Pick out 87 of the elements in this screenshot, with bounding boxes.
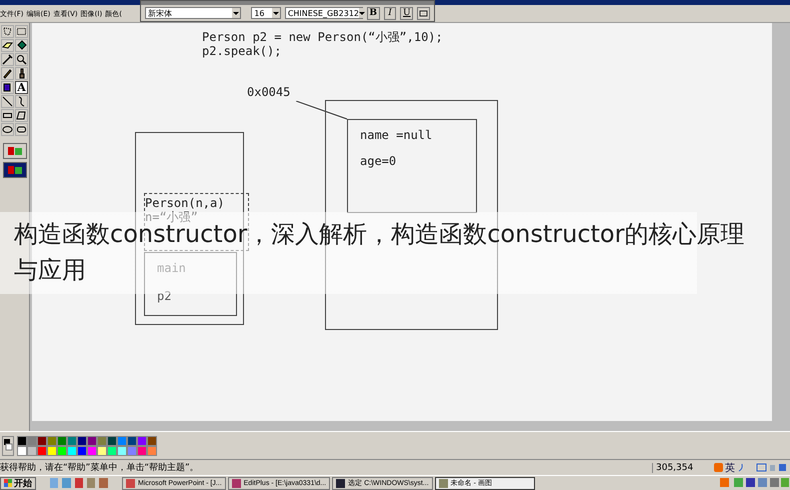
ime-toolbar-icon <box>737 463 787 472</box>
tool-option-button[interactable] <box>3 162 27 178</box>
status-text: 获得帮助，请在“帮助”菜单中，单击“帮助主题”。 <box>0 462 200 474</box>
rounded-rectangle-tool-icon <box>16 124 27 135</box>
pencil-tool-button[interactable] <box>1 67 14 80</box>
address-label: 0x0045 <box>247 85 290 99</box>
color-swatch[interactable] <box>117 436 127 446</box>
frame-text: p2 <box>157 289 172 303</box>
text-tool-button[interactable]: A <box>15 81 28 94</box>
tool-option-button[interactable] <box>3 143 27 159</box>
ellipse-tool-icon <box>2 124 13 135</box>
magnifier-tool-icon <box>16 54 27 65</box>
color-swatch[interactable] <box>127 436 137 446</box>
color-swatch[interactable] <box>47 446 57 456</box>
coordinates-text: 305,354 <box>652 462 711 472</box>
color-swatch[interactable] <box>67 436 77 446</box>
shapes-icon <box>7 146 23 156</box>
rectangle-tool-button[interactable] <box>1 109 14 122</box>
rectangle-tool-icon <box>2 110 13 121</box>
select-tool-button[interactable] <box>15 25 28 38</box>
fill-tool-icon <box>16 40 27 51</box>
color-swatch[interactable] <box>17 446 27 456</box>
color-swatch[interactable] <box>117 446 127 456</box>
font-name-dropdown[interactable]: 新宋体 <box>145 7 242 19</box>
font-style-button[interactable]: B <box>366 6 380 20</box>
curve-tool-icon <box>16 96 27 107</box>
app-icon <box>336 478 346 488</box>
app-icon <box>438 478 448 488</box>
font-size-dropdown[interactable]: 16 <box>251 7 281 19</box>
pencil-tool-icon <box>2 68 13 79</box>
color-swatch[interactable] <box>27 446 37 456</box>
fill-tool-button[interactable] <box>15 39 28 52</box>
leader-line <box>296 101 348 120</box>
field-text: name =null <box>360 128 434 142</box>
color-swatch[interactable] <box>107 436 117 446</box>
color-swatch[interactable] <box>77 436 87 446</box>
color-swatch[interactable] <box>17 436 27 446</box>
color-swatch[interactable] <box>137 436 147 446</box>
ellipse-tool-button[interactable] <box>1 123 14 136</box>
polygon-tool-icon <box>16 110 27 121</box>
code-text: p2.speak(); <box>202 44 282 58</box>
color-swatch[interactable] <box>147 436 157 446</box>
color-swatch[interactable] <box>27 436 37 446</box>
rounded-rectangle-tool-button[interactable] <box>15 123 28 136</box>
color-swatch[interactable] <box>87 436 97 446</box>
color-swatch[interactable] <box>107 446 117 456</box>
font-script-dropdown[interactable]: CHINESE_GB2312 <box>284 7 363 19</box>
color-swatch[interactable] <box>147 446 157 456</box>
color-swatch[interactable] <box>37 436 47 446</box>
tray-icon <box>720 478 790 488</box>
font-style-button[interactable]: U <box>400 6 414 20</box>
line-tool-button[interactable] <box>1 95 14 108</box>
app-icon <box>126 478 135 488</box>
windows-logo-icon <box>4 479 12 487</box>
ime-mode-text[interactable]: 英 <box>725 460 735 474</box>
ime-logo-icon <box>714 463 723 472</box>
curve-tool-button[interactable] <box>15 95 28 108</box>
color-swatch[interactable] <box>137 446 147 456</box>
color-swatch[interactable] <box>77 446 87 456</box>
color-swatch[interactable] <box>87 446 97 456</box>
code-text: Person p2 = new Person(“小强”,10); <box>202 30 443 44</box>
line-tool-icon <box>2 96 13 107</box>
color-swatch[interactable] <box>67 446 77 456</box>
color-swatch[interactable] <box>57 446 67 456</box>
app-icon <box>232 478 241 488</box>
free-select-tool-icon <box>2 26 13 37</box>
color-swatch[interactable] <box>57 436 67 446</box>
color-swatch[interactable] <box>47 436 57 446</box>
color-swatch[interactable] <box>127 446 137 456</box>
free-select-tool-button[interactable] <box>1 25 14 38</box>
frame-text: Person(n,a) <box>145 196 226 210</box>
font-style-button[interactable]: I <box>384 6 396 20</box>
frame-text: n=“小强” <box>145 210 199 224</box>
start-button[interactable]: 开始 <box>0 476 36 490</box>
select-tool-icon <box>16 26 27 37</box>
polygon-tool-button[interactable] <box>15 109 28 122</box>
color-swatch[interactable] <box>97 436 107 446</box>
eraser-tool-icon <box>2 40 13 51</box>
color-swatch[interactable] <box>97 446 107 456</box>
frame-text: main <box>157 261 187 275</box>
vertical-text-icon[interactable] <box>417 6 430 20</box>
color-swatch[interactable] <box>37 446 47 456</box>
shapes-icon <box>7 165 23 175</box>
eraser-tool-button[interactable] <box>1 39 14 52</box>
magnifier-tool-button[interactable] <box>15 53 28 66</box>
brush-tool-button[interactable] <box>15 67 28 80</box>
field-text: age=0 <box>360 154 398 168</box>
